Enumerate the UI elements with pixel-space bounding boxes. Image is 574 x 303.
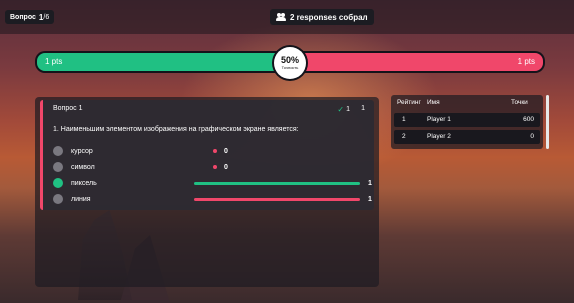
option-circle-icon [53,178,63,188]
leaderboard-rank-header: Рейтинг [397,99,421,106]
wrong-points: 1 pts [517,57,535,66]
question-total: /6 [43,13,50,21]
question-text: 1. Наименьшим элементом изображения на г… [53,126,299,133]
option-dot-icon [213,149,217,153]
leaderboard-points-header: Точки [511,99,528,106]
question-counter: Вопрос 1/6 [5,10,55,24]
option-bar [194,181,360,185]
leaderboard-rank: 1 [402,116,406,123]
leaderboard-name: Player 2 [427,133,451,140]
top-bar: Вопрос 1/6 2 responses собрал [0,0,574,34]
leaderboard-rank: 2 [402,133,406,140]
leaderboard-name: Player 1 [427,116,451,123]
option-circle-icon [53,162,63,172]
option-label: линия [71,195,91,203]
option-row: символ 0 [53,161,373,173]
leaderboard-row[interactable]: 1 Player 1 600 [394,113,540,127]
option-label: пиксель [71,179,97,187]
option-label: символ [71,163,95,171]
accuracy-correct-fill [37,53,290,71]
leaderboard-points: 600 [523,116,534,123]
option-row: пиксель 1 [53,177,373,189]
correct-indicator: ✓ 1 [337,105,350,114]
check-icon: ✓ [337,105,345,114]
option-circle-icon [53,194,63,204]
accuracy-wrong-fill [290,53,543,71]
question-counter-label: Вопрос [10,13,36,21]
option-count: 1 [368,179,372,187]
option-bar [194,197,360,201]
option-dot-icon [213,165,217,169]
option-count: 0 [224,147,228,155]
option-count: 0 [224,163,228,171]
users-icon [276,13,286,21]
option-circle-icon [53,146,63,156]
leaderboard-name-header: Имя [427,99,440,106]
question-card[interactable]: Вопрос 1 ✓ 1 1 1. Наименьшим элементом и… [40,100,374,210]
option-row: курсор 0 [53,145,373,157]
leaderboard-scrollbar[interactable] [546,95,549,149]
accuracy-label: Точность [281,64,299,70]
correct-points: 1 pts [45,57,63,66]
leaderboard: Рейтинг Имя Точки 1 Player 1 600 2 Playe… [391,95,549,149]
leaderboard-row[interactable]: 2 Player 2 0 [394,130,540,144]
accuracy-percent: 50% [280,54,299,65]
option-label: курсор [71,147,93,155]
accuracy-badge: 50% Точность [274,47,306,79]
option-row: линия 1 [53,193,373,205]
leaderboard-points: 0 [530,133,534,140]
correct-count: 1 [346,106,350,113]
responses-badge: 2 responses собрал [270,9,374,25]
question-title: Вопрос 1 [53,105,83,112]
question-score: 1 [361,105,365,112]
question-panel: Вопрос 1 ✓ 1 1 1. Наименьшим элементом и… [35,97,379,287]
responses-text: 2 responses собрал [290,12,368,22]
option-count: 1 [368,195,372,203]
